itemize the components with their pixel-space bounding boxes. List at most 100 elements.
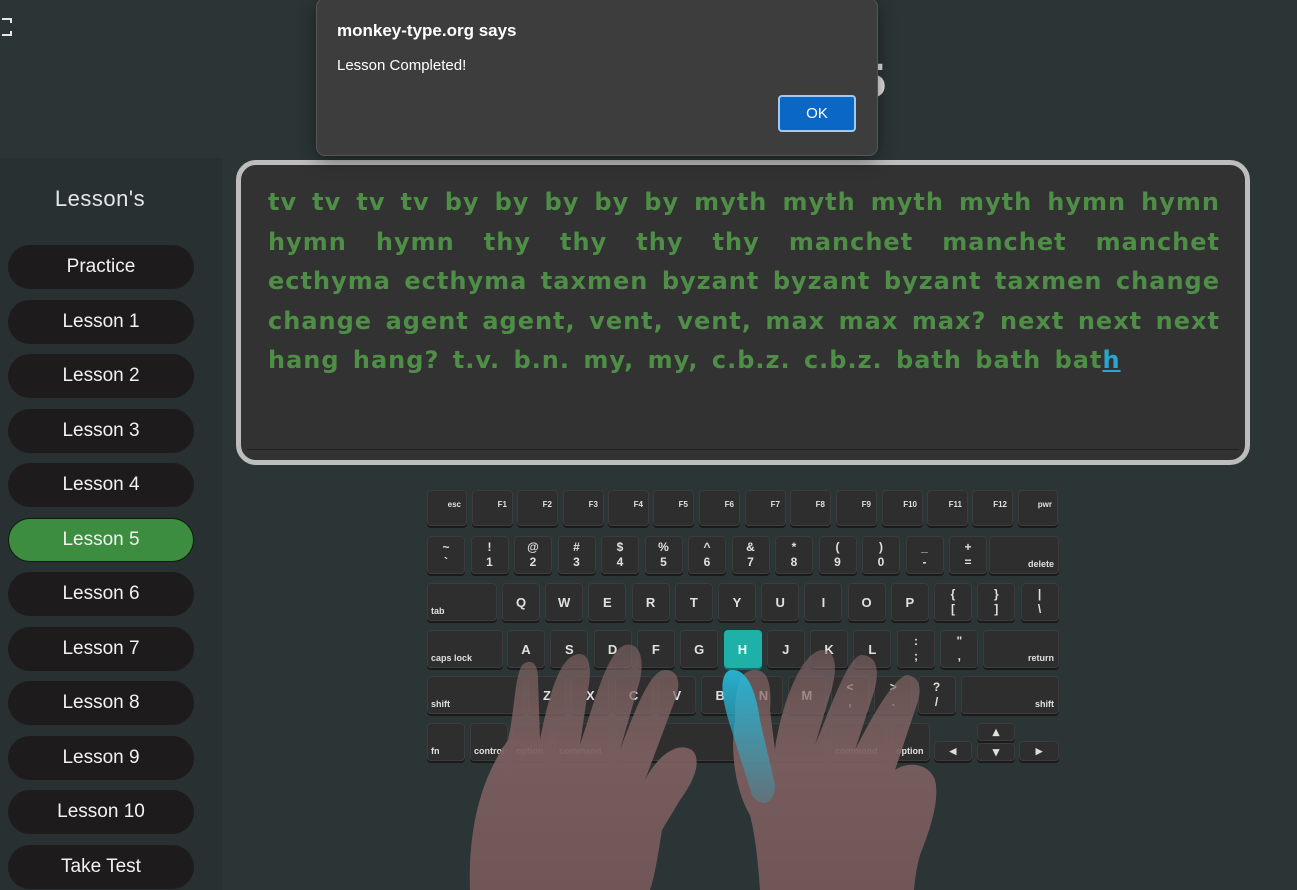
sidebar-item-lesson-7[interactable]: Lesson 7 [8,627,194,671]
key-f8[interactable]: F8 [790,490,831,526]
key-c[interactable]: C [614,676,653,714]
key-punct-b0[interactable]: <, [831,676,869,714]
key-5[interactable]: % 5 [644,536,683,574]
key-q[interactable]: Q [502,583,540,621]
key-arrow-up[interactable]: ▴ [977,723,1015,741]
sidebar-item-lesson-5[interactable]: Lesson 5 [8,518,194,562]
ok-button[interactable]: OK [778,95,856,132]
key-f2[interactable]: F2 [517,490,558,526]
key-f12[interactable]: F12 [972,490,1013,526]
key-f3[interactable]: F3 [563,490,604,526]
key-caps-lock[interactable]: caps lock [427,630,503,668]
key-punct-0[interactable]: :; [897,630,935,668]
key-label: H [737,641,748,657]
key-delete[interactable]: delete [989,536,1059,574]
key-control[interactable]: control [470,723,508,761]
sidebar-item-practice[interactable]: Practice [8,245,194,289]
key-shift-left[interactable]: shift [427,676,524,714]
key-n[interactable]: N [744,676,783,714]
sidebar-item-lesson-9[interactable]: Lesson 9 [8,736,194,780]
key-punct-1[interactable]: ", [940,630,979,668]
key-label: Z [543,687,551,703]
key-shift-right[interactable]: shift [961,676,1059,714]
sidebar-item-lesson-1[interactable]: Lesson 1 [8,300,194,344]
key-f5[interactable]: F5 [653,490,694,526]
alert-dialog: monkey-type.org says Lesson Completed! O… [316,0,878,156]
key-e[interactable]: E [588,583,627,621]
key-f10[interactable]: F10 [882,490,923,526]
key-0[interactable]: ) 0 [862,536,900,574]
key-f7[interactable]: F7 [745,490,786,526]
key-b[interactable]: B [701,676,740,714]
key-fn[interactable]: fn [427,723,465,761]
key-command-left[interactable]: command [555,723,611,761]
key-u[interactable]: U [761,583,800,621]
key-z[interactable]: Z [528,676,566,714]
key-label: ▴ [992,724,1000,739]
key-tab[interactable]: tab [427,583,497,621]
key-j[interactable]: J [766,630,805,668]
key-4[interactable]: $4 [601,536,639,574]
key-label: K [824,641,834,657]
sidebar-item-take-test[interactable]: Take Test [8,845,194,889]
key-symbol[interactable]: + = [949,536,987,574]
key-arrow-right[interactable]: ▸ [1019,741,1059,761]
key-space[interactable] [616,723,826,761]
key-1[interactable]: ! 1 [470,536,509,574]
key-2[interactable]: @2 [514,536,552,574]
key-punct-b1[interactable]: >. [874,676,913,714]
key-base-label: [ [951,602,955,616]
key-option-left[interactable]: option [512,723,550,761]
key-d[interactable]: D [593,630,632,668]
key-r[interactable]: R [631,583,670,621]
key-a[interactable]: A [507,630,545,668]
key-6[interactable]: ^ 6 [688,536,726,574]
key-s[interactable]: S [550,630,589,668]
key-7[interactable]: & 7 [731,536,770,574]
key-k[interactable]: K [810,630,849,668]
key-m[interactable]: M [787,676,826,714]
key-symbol[interactable]: ~ ` [427,536,465,574]
key-bracket-1[interactable]: }] [977,583,1016,621]
key-bracket-2[interactable]: | \ [1020,583,1059,621]
key-v[interactable]: V [657,676,696,714]
sidebar-item-lesson-10[interactable]: Lesson 10 [8,790,194,834]
key-p[interactable]: P [890,583,929,621]
key-command-right[interactable]: command [831,723,887,761]
key-8[interactable]: * 8 [775,536,813,574]
sidebar-item-lesson-4[interactable]: Lesson 4 [8,463,194,507]
key-x[interactable]: X [571,676,610,714]
key-option-right[interactable]: option [892,723,930,761]
key-f11[interactable]: F11 [927,490,968,526]
key-f1[interactable]: F1 [472,490,513,526]
key-pwr[interactable]: pwr [1018,490,1058,526]
key-arrow-down[interactable]: ▾ [977,743,1015,761]
fullscreen-icon[interactable] [0,14,14,40]
sidebar-item-lesson-3[interactable]: Lesson 3 [8,409,194,453]
key-return[interactable]: return [983,630,1059,668]
key-y[interactable]: Y [718,583,756,621]
key-l[interactable]: L [853,630,892,668]
key-label: V [672,687,682,703]
key-f9[interactable]: F9 [836,490,877,526]
key-esc[interactable]: esc [427,490,467,526]
key-i[interactable]: I [804,583,843,621]
key-9[interactable]: (9 [818,536,857,574]
key-f4[interactable]: F4 [608,490,649,526]
sidebar-item-lesson-6[interactable]: Lesson 6 [8,572,194,616]
key-bracket-0[interactable]: {[ [934,583,972,621]
key-punct-b2[interactable]: ? / [917,676,956,714]
key-3[interactable]: #3 [557,536,596,574]
key-o[interactable]: O [847,583,886,621]
key-symbol[interactable]: _ - [905,536,944,574]
key-f6[interactable]: F6 [699,490,740,526]
key-w[interactable]: W [545,583,584,621]
key-g[interactable]: G [680,630,719,668]
key-t[interactable]: T [674,583,713,621]
sidebar-item-lesson-8[interactable]: Lesson 8 [8,681,194,725]
key-f[interactable]: F [636,630,675,668]
typing-text-box[interactable]: tv tv tv tv by by by by by myth myth myt… [236,160,1250,465]
key-arrow-left[interactable]: ◂ [934,741,972,761]
sidebar-item-lesson-2[interactable]: Lesson 2 [8,354,194,398]
key-h[interactable]: H [723,630,762,668]
